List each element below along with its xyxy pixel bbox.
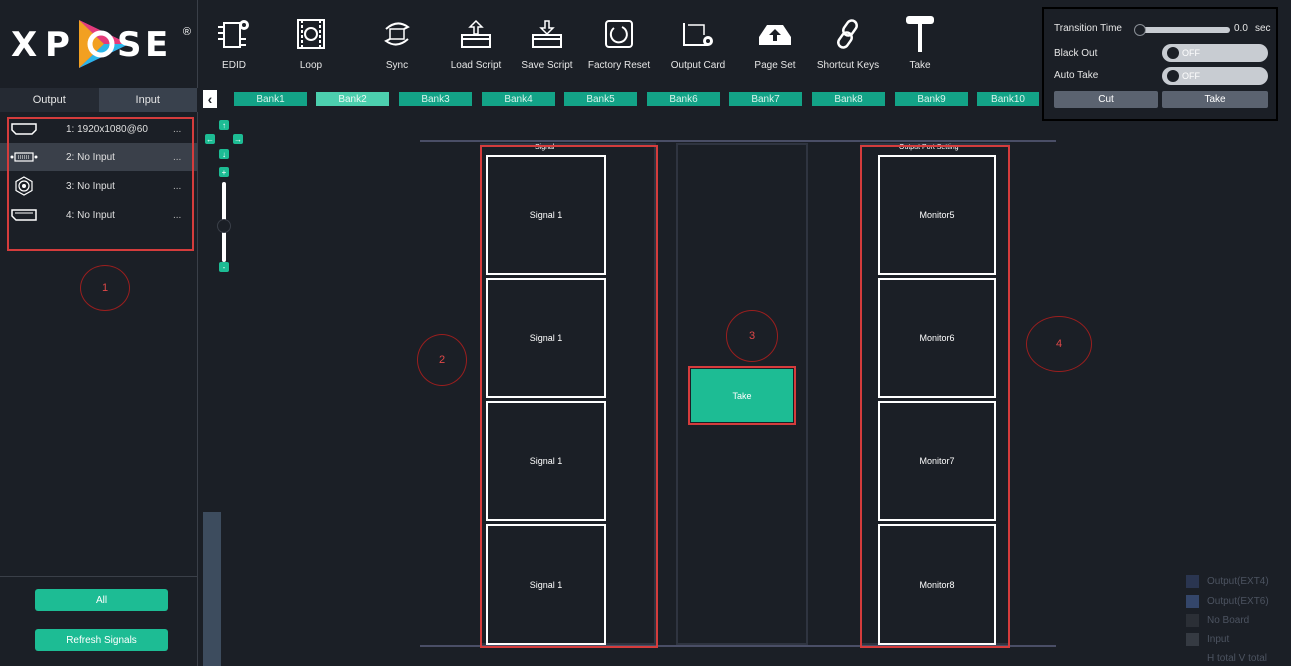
bank-tab-7[interactable]: Bank7 — [729, 92, 802, 106]
arrow-left-icon[interactable]: ← — [205, 134, 215, 144]
bank-bar: ‹ Bank1 Bank2 Bank3 Bank4 Bank5 Bank6 Ba… — [197, 88, 1042, 112]
page-set-icon — [755, 14, 795, 54]
zoom-controls: ↑ ← → ↓ + - — [197, 112, 243, 666]
arrow-right-icon[interactable]: → — [233, 134, 243, 144]
loop-label: Loop — [299, 60, 323, 71]
save-script-icon — [527, 14, 567, 54]
save-script-button[interactable]: Save Script — [512, 14, 582, 71]
toggle-state: OFF — [1182, 71, 1200, 81]
brand-logo: X P S E ® — [0, 0, 197, 88]
bank-tab-8[interactable]: Bank8 — [812, 92, 885, 106]
legend-item: Input — [1186, 633, 1229, 646]
factory-reset-button[interactable]: Factory Reset — [584, 14, 654, 71]
tab-output[interactable]: Output — [0, 88, 99, 112]
shortcut-keys-label: Shortcut Keys — [816, 60, 880, 71]
loop-icon — [291, 14, 331, 54]
transition-time-slider[interactable] — [1134, 24, 1230, 36]
annotation-marker-1: 1 — [80, 265, 130, 311]
auto-take-toggle[interactable]: OFF — [1162, 67, 1268, 85]
black-out-toggle[interactable]: OFF — [1162, 44, 1268, 62]
app-window: X P S E ® Output Input 1: 1920x1080@60 .… — [0, 0, 1291, 666]
load-script-button[interactable]: Load Script — [441, 14, 511, 71]
bank-tab-6[interactable]: Bank6 — [647, 92, 720, 106]
page-set-label: Page Set — [754, 60, 796, 71]
svg-text:E: E — [145, 25, 168, 65]
svg-text:X: X — [11, 25, 37, 65]
transition-panel: Transition Time 0.0 sec Black Out OFF Au… — [1042, 7, 1278, 121]
registered-mark: ® — [182, 26, 191, 38]
bank-tab-9[interactable]: Bank9 — [895, 92, 968, 106]
bank-tab-10[interactable]: Bank10 — [977, 92, 1039, 106]
legend-item: Output(EXT4) — [1186, 575, 1269, 588]
annotation-box-3 — [688, 366, 796, 425]
edid-button[interactable]: EDID — [199, 14, 269, 71]
legend-item: No Board — [1186, 614, 1249, 627]
arrow-down-icon[interactable]: ↓ — [219, 149, 229, 159]
arrow-up-icon[interactable]: ↑ — [219, 120, 229, 130]
zoom-in-icon[interactable]: + — [219, 167, 229, 177]
loop-button[interactable]: Loop — [276, 14, 346, 71]
bank-tab-1[interactable]: Bank1 — [234, 92, 307, 106]
link-icon — [828, 14, 868, 54]
take-label: Take — [909, 60, 931, 71]
factory-reset-label: Factory Reset — [587, 60, 651, 71]
transition-time-unit: sec — [1255, 23, 1271, 34]
left-panel-tabs: Output Input — [0, 88, 197, 112]
legend-item: Output(EXT6) — [1186, 595, 1269, 608]
svg-text:S: S — [117, 25, 142, 65]
load-script-label: Load Script — [450, 60, 502, 71]
slider-handle[interactable] — [1134, 24, 1146, 36]
zoom-out-icon[interactable]: - — [219, 262, 229, 272]
bank-tab-3[interactable]: Bank3 — [399, 92, 472, 106]
output-card-label: Output Card — [670, 60, 726, 71]
annotation-box-2 — [480, 145, 658, 648]
take-toolbar-button[interactable]: Take — [885, 14, 955, 71]
bank-tab-5[interactable]: Bank5 — [564, 92, 637, 106]
vertical-scrollbar[interactable] — [203, 512, 221, 666]
transition-time-label: Transition Time — [1054, 23, 1122, 34]
annotation-marker-3: 3 — [726, 310, 778, 362]
take-panel-button[interactable]: Take — [1162, 91, 1268, 108]
sync-label: Sync — [385, 60, 409, 71]
all-button[interactable]: All — [35, 589, 168, 611]
take-icon — [900, 14, 940, 54]
bank-tab-4[interactable]: Bank4 — [482, 92, 555, 106]
bank-tab-2[interactable]: Bank2 — [316, 92, 389, 106]
edid-chip-icon — [214, 14, 254, 54]
main-toolbar: EDID Loop Sync Load Script Save Script F… — [197, 0, 1042, 88]
edid-label: EDID — [222, 60, 246, 71]
output-card-button[interactable]: Output Card — [663, 14, 733, 71]
canvas-top-border — [420, 140, 1056, 142]
refresh-signals-button[interactable]: Refresh Signals — [35, 629, 168, 651]
chevron-left-icon[interactable]: ‹ — [203, 90, 217, 108]
annotation-marker-4: 4 — [1026, 316, 1092, 372]
zoom-slider-handle[interactable] — [217, 219, 231, 233]
transition-time-value: 0.0 — [1234, 23, 1248, 34]
xpose-logo-icon: X P S E — [11, 20, 168, 68]
toggle-state: OFF — [1182, 48, 1200, 58]
legend-item: H total V total — [1186, 652, 1267, 665]
annotation-box-4 — [860, 145, 1010, 648]
sync-button[interactable]: Sync — [362, 14, 432, 71]
black-out-label: Black Out — [1054, 48, 1098, 59]
shortcut-keys-button[interactable]: Shortcut Keys — [813, 14, 883, 71]
annotation-marker-2: 2 — [417, 334, 467, 386]
svg-text:P: P — [45, 25, 70, 65]
auto-take-label: Auto Take — [1054, 70, 1099, 81]
tab-input[interactable]: Input — [98, 88, 197, 112]
page-set-button[interactable]: Page Set — [740, 14, 810, 71]
factory-reset-icon — [599, 14, 639, 54]
save-script-label: Save Script — [521, 60, 573, 71]
sync-icon — [377, 14, 417, 54]
annotation-box-1 — [7, 117, 194, 251]
cut-button[interactable]: Cut — [1054, 91, 1158, 108]
load-script-icon — [456, 14, 496, 54]
output-card-icon — [678, 14, 718, 54]
